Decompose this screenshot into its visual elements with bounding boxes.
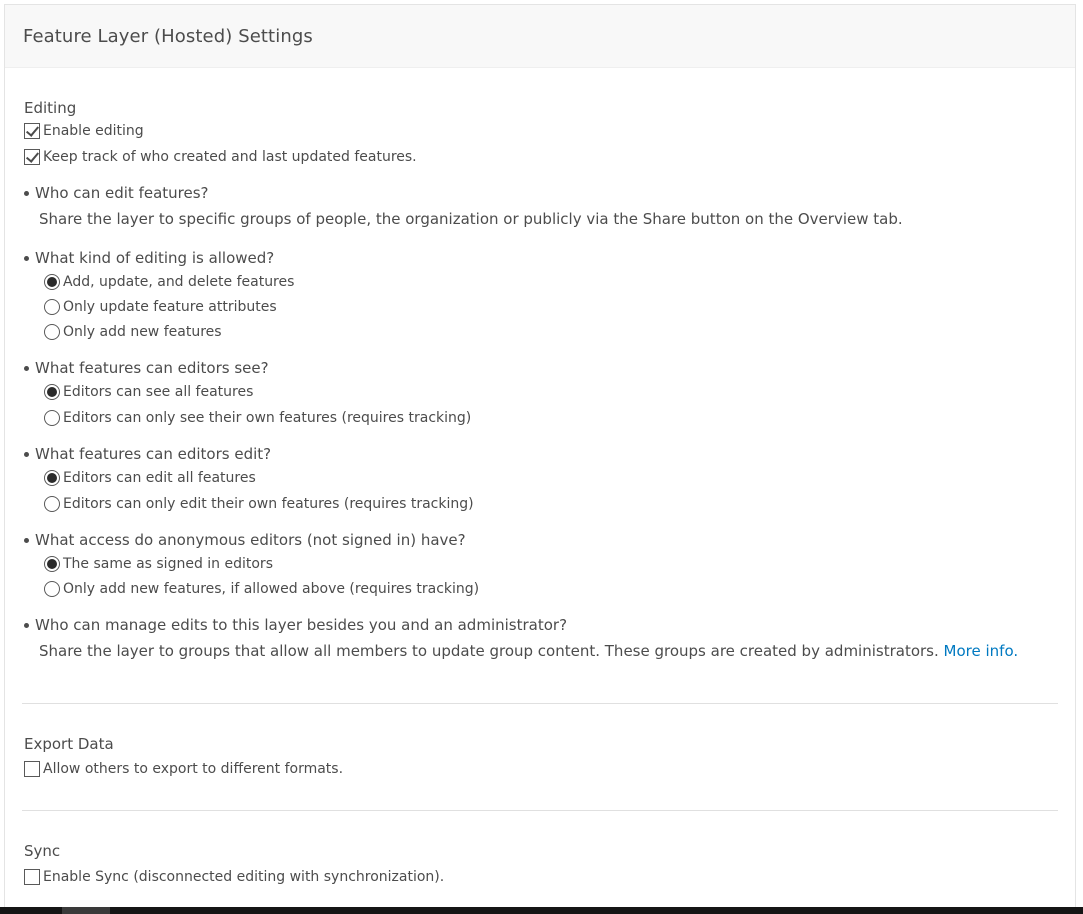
sync-section-title: Sync	[24, 842, 61, 860]
enable-editing-label: Enable editing	[43, 123, 144, 139]
kind-of-editing-question: What kind of editing is allowed?	[24, 248, 1058, 268]
bullet-icon	[24, 622, 29, 628]
radio-add-update-delete[interactable]: Add, update, and delete features	[44, 272, 1058, 292]
radio-anonymous-add-only[interactable]: Only add new features, if allowed above …	[44, 579, 1058, 599]
taskbar-item	[62, 907, 110, 914]
allow-export-option[interactable]: Allow others to export to different form…	[24, 759, 1058, 779]
who-can-edit-info: Share the layer to specific groups of pe…	[39, 210, 903, 228]
settings-content: Editing Enable editing Keep track of who…	[5, 68, 1075, 887]
more-info-link[interactable]: More info.	[944, 642, 1019, 660]
editors-edit-options: Editors can edit all features Editors ca…	[24, 468, 1058, 514]
kind-of-editing-options: Add, update, and delete features Only up…	[24, 272, 1058, 342]
enable-sync-option[interactable]: Enable Sync (disconnected editing with s…	[24, 867, 1058, 887]
radio-button[interactable]	[44, 581, 60, 597]
manage-edits-info: Share the layer to groups that allow all…	[39, 642, 1019, 660]
export-data-section-title: Export Data	[24, 735, 114, 753]
anonymous-access-options: The same as signed in editors Only add n…	[24, 554, 1058, 599]
settings-panel: Feature Layer (Hosted) Settings Editing …	[4, 4, 1076, 911]
radio-button[interactable]	[44, 496, 60, 512]
bullet-icon	[24, 365, 29, 371]
radio-button[interactable]	[44, 556, 60, 572]
bullet-icon	[24, 255, 29, 261]
editors-see-question: What features can editors see?	[24, 358, 1058, 378]
radio-button[interactable]	[44, 470, 60, 486]
enable-editing-option[interactable]: Enable editing	[24, 121, 1058, 141]
bullet-icon	[24, 190, 29, 196]
editors-edit-question: What features can editors edit?	[24, 444, 1058, 464]
track-editors-option[interactable]: Keep track of who created and last updat…	[24, 147, 1058, 167]
radio-button[interactable]	[44, 274, 60, 290]
panel-header: Feature Layer (Hosted) Settings	[5, 5, 1075, 68]
radio-see-own[interactable]: Editors can only see their own features …	[44, 408, 1058, 428]
track-editors-checkbox[interactable]	[24, 149, 40, 165]
taskbar-strip	[0, 907, 1083, 914]
enable-sync-label: Enable Sync (disconnected editing with s…	[43, 869, 445, 885]
anonymous-access-question: What access do anonymous editors (not si…	[24, 530, 1058, 550]
radio-same-as-signed-in[interactable]: The same as signed in editors	[44, 554, 1058, 574]
radio-add-only[interactable]: Only add new features	[44, 322, 1058, 342]
editors-see-options: Editors can see all features Editors can…	[24, 382, 1058, 428]
radio-edit-own[interactable]: Editors can only edit their own features…	[44, 494, 1058, 514]
editing-section-title: Editing	[24, 99, 77, 117]
enable-editing-checkbox[interactable]	[24, 123, 40, 139]
radio-edit-all[interactable]: Editors can edit all features	[44, 468, 1058, 488]
who-can-edit-question: Who can edit features?	[24, 183, 1058, 203]
manage-edits-question: Who can manage edits to this layer besid…	[24, 615, 1058, 635]
allow-export-checkbox[interactable]	[24, 761, 40, 777]
radio-button[interactable]	[44, 299, 60, 315]
radio-button[interactable]	[44, 324, 60, 340]
bullet-icon	[24, 537, 29, 543]
radio-button[interactable]	[44, 384, 60, 400]
allow-export-label: Allow others to export to different form…	[43, 761, 344, 777]
bullet-icon	[24, 451, 29, 457]
radio-button[interactable]	[44, 410, 60, 426]
page-title: Feature Layer (Hosted) Settings	[23, 25, 313, 47]
radio-update-attributes[interactable]: Only update feature attributes	[44, 297, 1058, 317]
radio-see-all[interactable]: Editors can see all features	[44, 382, 1058, 402]
enable-sync-checkbox[interactable]	[24, 869, 40, 885]
page: Feature Layer (Hosted) Settings Editing …	[0, 0, 1083, 914]
track-editors-label: Keep track of who created and last updat…	[43, 149, 417, 165]
